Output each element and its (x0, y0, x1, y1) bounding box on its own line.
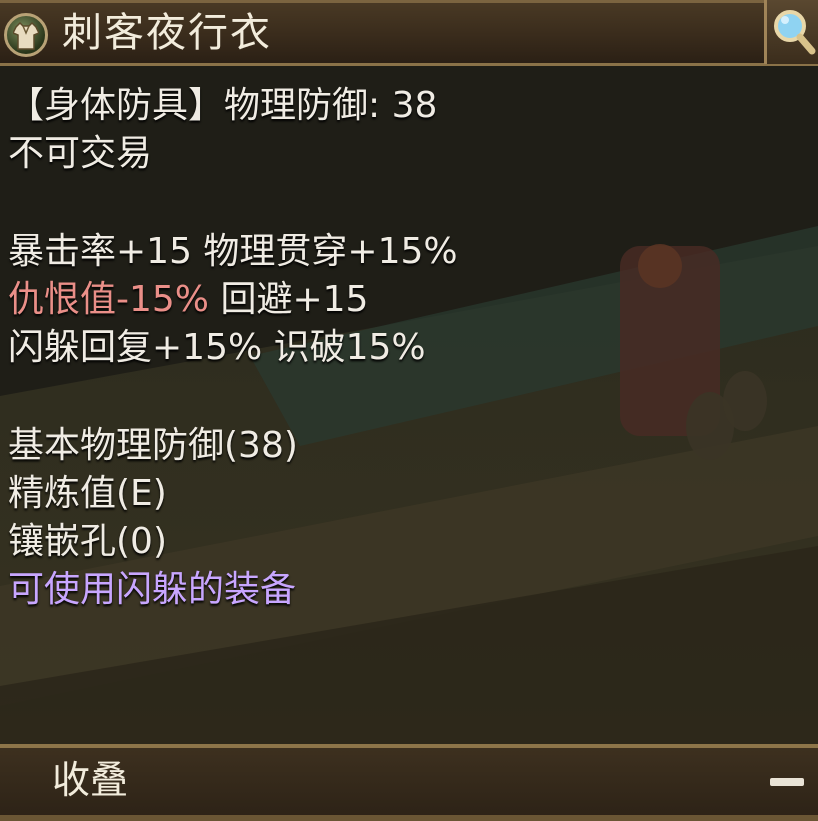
minus-icon[interactable] (770, 778, 804, 786)
armor-shirt-icon (4, 13, 48, 57)
zoom-button[interactable] (764, 0, 818, 64)
stat-hate: 仇恨值-15% (8, 279, 210, 320)
item-name: 刺客夜行衣 (62, 10, 272, 56)
item-attributes: 【身体防具】物理防御: 38 不可交易 暴击率+15 物理贯穿+15% 仇恨值-… (8, 82, 810, 614)
stat-dodge-detect: 闪躲回复+15% 识破15% (8, 327, 426, 368)
trade-restriction: 不可交易 (8, 133, 153, 174)
armor-type-defense: 【身体防具】物理防御: 38 (8, 85, 438, 126)
tooltip-body: 【身体防具】物理防御: 38 不可交易 暴击率+15 物理贯穿+15% 仇恨值-… (0, 66, 818, 744)
socket-count: 镶嵌孔(0) (8, 521, 167, 562)
stat-evade: 回避+15 (209, 279, 369, 320)
base-physical-defense: 基本物理防御(38) (8, 425, 298, 466)
magnifier-icon (774, 10, 816, 55)
stat-hate-evade: 仇恨值-15% 回避+15 (8, 276, 810, 324)
collapse-button[interactable]: 收叠 (52, 754, 128, 806)
item-tooltip: 刺客夜行衣 【身体防具】物理防御: 38 不可交易 暴击率+15 物理贯穿+15… (0, 0, 818, 821)
stat-crit-penetration: 暴击率+15 物理贯穿+15% (8, 231, 458, 272)
title-bar: 刺客夜行衣 (0, 0, 818, 66)
footer-bar: 收叠 (0, 744, 818, 821)
refine-value: 精炼值(E) (8, 473, 167, 514)
dodge-equipment-note: 可使用闪躲的装备 (8, 569, 297, 610)
